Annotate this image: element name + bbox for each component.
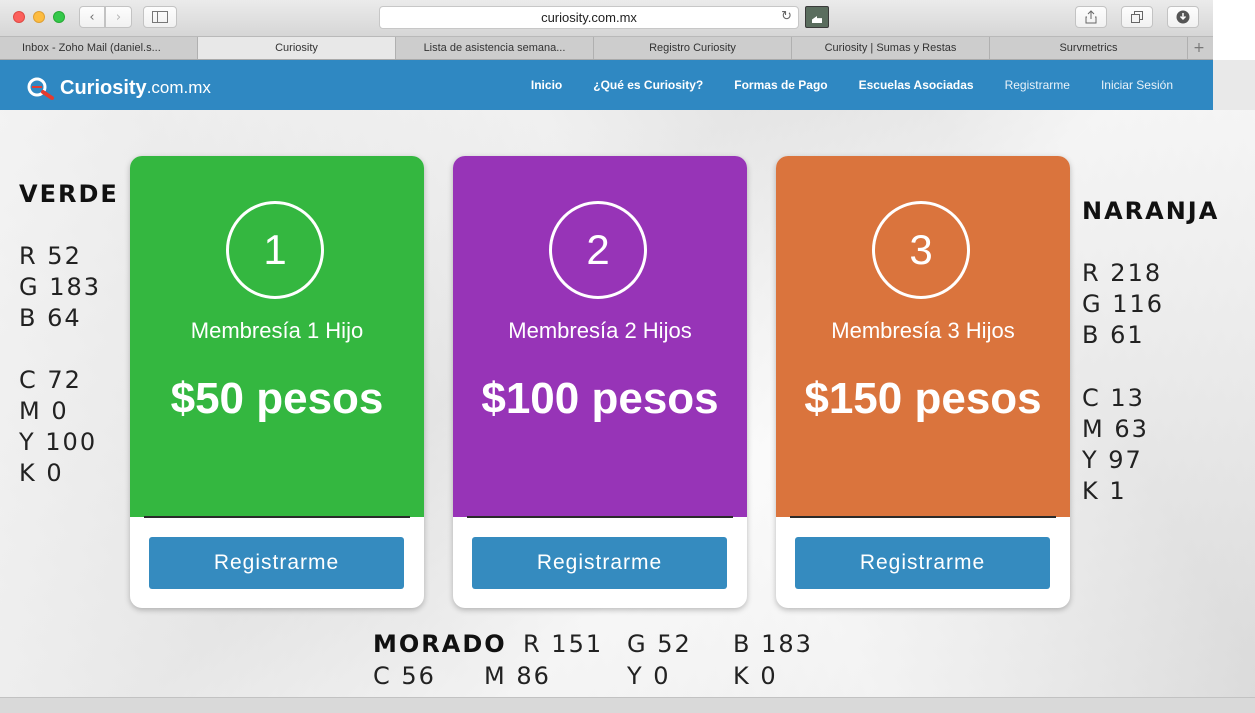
new-tab-button[interactable]: + (1188, 37, 1210, 59)
register-button-plan-3[interactable]: Registrarme (795, 537, 1050, 589)
register-button-plan-1[interactable]: Registrarme (149, 537, 404, 589)
show-tabs-button[interactable] (1121, 6, 1153, 28)
verde-title: VERDE (19, 180, 119, 208)
nav-escuelas-asociadas[interactable]: Escuelas Asociadas (859, 78, 974, 92)
plan-name: Membresía 3 Hijos (831, 318, 1015, 343)
nav-iniciar-sesion[interactable]: Iniciar Sesión (1101, 78, 1173, 92)
chevron-right-icon: › (115, 9, 122, 25)
window-bottom-edge (0, 697, 1255, 713)
plan-card-header: 2 Membresía 2 Hijos $100 pesos (453, 156, 747, 517)
verde-k: K 0 (19, 459, 64, 487)
naranja-b: B 61 (1082, 321, 1145, 349)
forward-button[interactable]: › (105, 6, 132, 28)
tab-curiosity[interactable]: Curiosity (198, 37, 396, 59)
tab-bar: Inbox - Zoho Mail (daniel.s... Curiosity… (0, 37, 1213, 60)
zoom-window-button[interactable] (53, 11, 65, 23)
naranja-c: C 13 (1082, 384, 1145, 412)
morado-c: C 56 (373, 662, 436, 690)
verde-b: B 64 (19, 304, 82, 332)
logo-text: Curiosity (60, 76, 147, 99)
naranja-k: K 1 (1082, 477, 1127, 505)
site-logo[interactable]: Curiosity .com.mx (26, 76, 211, 100)
card-divider (790, 516, 1056, 518)
naranja-title: NARANJA (1082, 197, 1220, 225)
sidebar-icon (152, 11, 168, 23)
plan-card-1: 1 Membresía 1 Hijo $50 pesos Registrarme (130, 156, 424, 608)
share-button[interactable] (1075, 6, 1107, 28)
tab-sumas-restas[interactable]: Curiosity | Sumas y Restas (792, 37, 990, 59)
naranja-r: R 218 (1082, 259, 1163, 287)
logo-domain: .com.mx (146, 78, 211, 97)
verde-r: R 52 (19, 242, 82, 270)
morado-r: R 151 (523, 630, 604, 658)
nav-formas-de-pago[interactable]: Formas de Pago (734, 78, 827, 92)
morado-g: G 52 (627, 630, 692, 658)
tab-survmetrics[interactable]: Survmetrics (990, 37, 1188, 59)
tab-registro-curiosity[interactable]: Registro Curiosity (594, 37, 792, 59)
verde-m: M 0 (19, 397, 69, 425)
share-icon (1085, 10, 1097, 24)
morado-b: B 183 (733, 630, 813, 658)
plan-number-badge: 1 (226, 201, 324, 299)
naranja-g: G 116 (1082, 290, 1165, 318)
minimize-window-button[interactable] (33, 11, 45, 23)
main-nav: Inicio ¿Qué es Curiosity? Formas de Pago… (500, 78, 1173, 92)
morado-m: M 86 (484, 662, 551, 690)
verde-y: Y 100 (19, 428, 98, 456)
plan-card-2: 2 Membresía 2 Hijos $100 pesos Registrar… (453, 156, 747, 608)
plan-price: $50 pesos (170, 374, 384, 423)
address-bar[interactable]: curiosity.com.mx ↻ (379, 6, 799, 29)
plan-name: Membresía 1 Hijo (190, 318, 364, 343)
tab-zoho-mail[interactable]: Inbox - Zoho Mail (daniel.s... (0, 37, 198, 59)
nav-registrarme[interactable]: Registrarme (1005, 78, 1070, 92)
plus-icon: + (1193, 40, 1205, 56)
card-divider (467, 516, 733, 518)
plan-name: Membresía 2 Hijos (508, 318, 692, 343)
back-button[interactable]: ‹ (79, 6, 105, 28)
naranja-y: Y 97 (1082, 446, 1143, 474)
plan-number-badge: 3 (872, 201, 970, 299)
url-text: curiosity.com.mx (541, 10, 637, 25)
chevron-left-icon: ‹ (89, 9, 95, 25)
close-window-button[interactable] (13, 11, 25, 23)
window-edge (1213, 0, 1255, 60)
browser-toolbar: ‹ › curiosity.com.mx ↻ (0, 0, 1213, 37)
download-icon (1176, 10, 1190, 24)
reload-icon[interactable]: ↻ (781, 9, 792, 24)
downloads-button[interactable] (1167, 6, 1199, 28)
site-header: Curiosity .com.mx Inicio ¿Qué es Curiosi… (0, 60, 1213, 110)
sidebar-toggle-button[interactable] (143, 6, 177, 28)
tabs-icon (1131, 11, 1143, 23)
magnifier-logo-icon (27, 77, 54, 100)
nav-que-es-curiosity[interactable]: ¿Qué es Curiosity? (593, 78, 703, 92)
extension-icon[interactable] (805, 6, 829, 28)
verde-g: G 183 (19, 273, 102, 301)
plan-card-header: 1 Membresía 1 Hijo $50 pesos (130, 156, 424, 517)
plan-price: $150 pesos (804, 374, 1042, 423)
plan-price: $100 pesos (481, 374, 719, 423)
nav-inicio[interactable]: Inicio (531, 78, 562, 92)
plan-number-badge: 2 (549, 201, 647, 299)
morado-k: K 0 (733, 662, 778, 690)
morado-y: Y 0 (627, 662, 671, 690)
verde-c: C 72 (19, 366, 82, 394)
card-divider (144, 516, 410, 518)
register-button-plan-2[interactable]: Registrarme (472, 537, 727, 589)
tab-lista-asistencia[interactable]: Lista de asistencia semana... (396, 37, 594, 59)
naranja-m: M 63 (1082, 415, 1149, 443)
plan-card-3: 3 Membresía 3 Hijos $150 pesos Registrar… (776, 156, 1070, 608)
plan-card-header: 3 Membresía 3 Hijos $150 pesos (776, 156, 1070, 517)
morado-title: MORADO (373, 630, 507, 658)
